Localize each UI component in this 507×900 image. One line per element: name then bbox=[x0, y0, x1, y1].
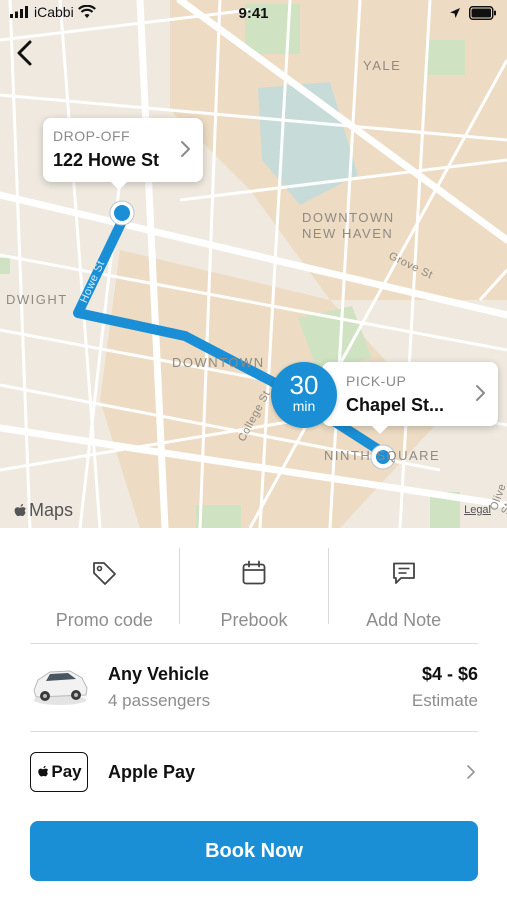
car-icon bbox=[33, 670, 88, 705]
fare-price: $4 - $6 bbox=[421, 664, 478, 684]
legal-link[interactable]: Legal bbox=[464, 504, 491, 516]
map-label-dwight: DWIGHT bbox=[6, 292, 68, 307]
payment-method-name: Apple Pay bbox=[108, 762, 196, 782]
map-label-ninth-square: NINTH SQUARE bbox=[324, 448, 441, 463]
vehicle-selector[interactable]: Any Vehicle 4 passengers $4 - $6 Estimat… bbox=[30, 648, 478, 718]
fare-estimate-label: Estimate bbox=[411, 691, 478, 710]
map-view[interactable]: YALE DOWNTOWN NEW HAVEN Grove St DWIGHT … bbox=[0, 0, 507, 528]
apple-pay-logo-text: Pay bbox=[51, 762, 82, 781]
chevron-right-icon bbox=[181, 141, 190, 157]
apple-pay-logo: Pay bbox=[30, 752, 88, 792]
add-note-button[interactable]: Add Note bbox=[329, 548, 478, 630]
apple-icon bbox=[38, 765, 49, 777]
status-bar: iCabbi 9:41 bbox=[0, 0, 507, 28]
status-right bbox=[449, 6, 497, 20]
map-label-downtown: DOWNTOWN bbox=[172, 355, 265, 370]
maps-attribution: Maps bbox=[12, 500, 73, 521]
add-note-label: Add Note bbox=[366, 610, 442, 630]
promo-code-label: Promo code bbox=[55, 610, 153, 630]
apple-icon bbox=[14, 503, 26, 516]
divider bbox=[30, 731, 478, 732]
eta-unit: min bbox=[292, 398, 316, 414]
calendar-icon bbox=[242, 560, 266, 585]
location-arrow-icon bbox=[450, 8, 460, 18]
book-now-button[interactable]: Book Now bbox=[30, 821, 478, 881]
status-time: 9:41 bbox=[238, 5, 269, 22]
chevron-right-icon bbox=[467, 765, 475, 779]
prebook-label: Prebook bbox=[220, 610, 288, 630]
chevron-right-icon bbox=[476, 385, 485, 401]
eta-value: 30 bbox=[289, 370, 319, 400]
pickup-address: Chapel St... bbox=[346, 395, 445, 415]
vehicle-name: Any Vehicle bbox=[108, 664, 210, 684]
map-label-yale: YALE bbox=[363, 58, 402, 73]
divider bbox=[30, 643, 478, 644]
message-icon bbox=[392, 562, 415, 584]
booking-panel: Promo code Prebook Add Note Any Vehicle … bbox=[0, 528, 507, 900]
map-label-downtown-new-haven-line2: NEW HAVEN bbox=[302, 226, 394, 241]
map-label-downtown-new-haven-line1: DOWNTOWN bbox=[302, 210, 395, 225]
pickup-callout[interactable]: PICK-UP Chapel St... bbox=[322, 362, 498, 434]
battery-icon bbox=[469, 6, 496, 20]
back-button[interactable] bbox=[12, 38, 40, 68]
dropoff-address: 122 Howe St bbox=[53, 150, 160, 170]
vehicle-capacity: 4 passengers bbox=[108, 691, 211, 710]
prebook-button[interactable]: Prebook bbox=[180, 548, 329, 630]
tag-icon bbox=[93, 562, 117, 585]
chevron-left-icon bbox=[17, 40, 32, 66]
dropoff-label: DROP-OFF bbox=[53, 128, 131, 144]
pickup-label: PICK-UP bbox=[346, 373, 407, 389]
eta-badge: 30 min bbox=[271, 362, 337, 428]
promo-code-button[interactable]: Promo code bbox=[30, 548, 179, 630]
payment-method-selector[interactable]: Pay Apple Pay bbox=[30, 748, 478, 796]
maps-attribution-text: Maps bbox=[29, 500, 74, 520]
dropoff-callout[interactable]: DROP-OFF 122 Howe St bbox=[43, 118, 203, 190]
action-row: Promo code Prebook Add Note bbox=[30, 548, 478, 630]
